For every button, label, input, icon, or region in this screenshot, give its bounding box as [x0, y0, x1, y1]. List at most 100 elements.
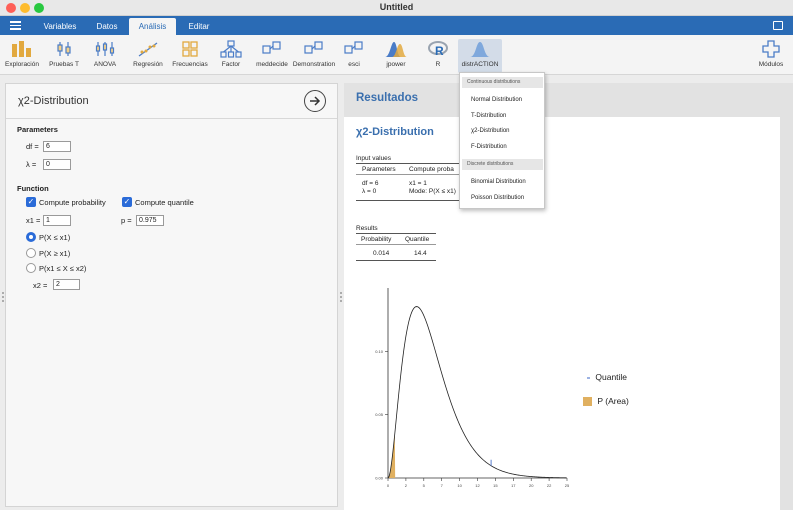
esci-button[interactable]: esci: [340, 39, 368, 73]
menu-normal-distribution[interactable]: Normal Distribution: [471, 97, 522, 103]
p-label: p =: [121, 216, 132, 225]
y-tick-label: 0.05: [375, 412, 384, 417]
x2-input[interactable]: 2: [53, 279, 80, 290]
middle-splitter-handle[interactable]: [340, 292, 342, 302]
tab-datos[interactable]: Datos: [88, 18, 126, 35]
jpower-button[interactable]: jpower: [380, 39, 412, 73]
x-tick-label: 0: [387, 483, 390, 488]
anova-button[interactable]: ANOVA: [88, 39, 122, 73]
factor-label: Factor: [221, 61, 241, 68]
compute-probability-label: Compute probability: [39, 198, 106, 207]
df-input[interactable]: 6: [43, 141, 71, 152]
compute-probability-checkbox[interactable]: ✓: [26, 197, 36, 207]
radio-lower-tail[interactable]: [26, 232, 36, 242]
compute-quantile-label: Compute quantile: [135, 198, 194, 207]
tab-analisis[interactable]: Análisis: [129, 18, 176, 35]
menu-binomial-distribution[interactable]: Binomial Distribution: [471, 179, 526, 185]
discrete-heading: Discrete distributions: [462, 159, 543, 170]
df-label: df =: [26, 142, 39, 151]
x-tick-label: 2: [405, 483, 408, 488]
regression-icon: [138, 42, 158, 57]
y-tick-label: 0.00: [375, 476, 384, 481]
t-test-icon: [57, 42, 71, 56]
quantile-legend-icon: [587, 377, 590, 379]
x-tick-label: 15: [493, 483, 498, 488]
radio-upper-tail[interactable]: [26, 248, 36, 258]
title-bar: Untitled: [0, 0, 793, 16]
hamburger-menu-icon[interactable]: [10, 21, 21, 30]
p-input[interactable]: 0.975: [136, 215, 164, 226]
meddecide-icon: [262, 41, 281, 54]
x-tick-label: 5: [423, 483, 426, 488]
factor-button[interactable]: Factor: [215, 39, 247, 73]
col-quantile: Quantile: [405, 236, 430, 243]
results-header: Resultados: [356, 92, 418, 104]
demonstration-button[interactable]: Demonstration: [292, 39, 336, 73]
anova-icon: [95, 42, 115, 56]
exploracion-button[interactable]: Exploración: [2, 39, 42, 73]
left-splitter-handle[interactable]: [2, 292, 4, 302]
x1-label: x1 =: [26, 216, 41, 225]
go-to-results-button[interactable]: [304, 90, 326, 112]
r-button[interactable]: R R: [424, 39, 452, 73]
distraction-button[interactable]: distrACTION: [458, 39, 502, 73]
esci-icon: [344, 41, 363, 54]
x-tick-label: 20: [529, 483, 534, 488]
parameters-heading: Parameters: [17, 125, 58, 134]
legend-quantile-label: Quantile: [595, 372, 628, 382]
window-title: Untitled: [379, 2, 414, 12]
jpower-label: jpower: [386, 61, 406, 68]
legend-area: P (Area): [583, 396, 629, 407]
tab-variables[interactable]: Variables: [38, 18, 82, 35]
x1-input[interactable]: 1: [43, 215, 71, 226]
plus-modules-icon: [762, 40, 780, 58]
tab-bar: Variables Datos Análisis Editar: [0, 16, 793, 35]
tab-editar[interactable]: Editar: [180, 18, 218, 35]
x-tick-label: 17: [511, 483, 516, 488]
anova-label: ANOVA: [93, 61, 117, 68]
r-label: R: [435, 61, 441, 68]
factor-icon: [220, 40, 242, 58]
results-label: Results: [356, 225, 378, 232]
panel-title: χ2-Distribution: [18, 95, 89, 107]
col-probability: Probability: [361, 236, 392, 243]
compute-quantile-checkbox[interactable]: ✓: [122, 197, 132, 207]
exploracion-label: Exploración: [5, 61, 39, 68]
frequencies-icon: [182, 41, 198, 57]
lambda-input[interactable]: 0: [43, 159, 71, 170]
regresion-button[interactable]: Regresión: [128, 39, 168, 73]
menu-chi2-distribution[interactable]: χ2-Distribution: [471, 128, 510, 134]
analysis-ribbon: Exploración Pruebas T ANOVA Regresión Fr…: [0, 35, 793, 75]
quantile-value: 14.4: [414, 250, 427, 257]
table-top-rule: [356, 163, 466, 164]
modulos-label: Módulos: [758, 61, 784, 68]
window-mode-icon[interactable]: [773, 21, 783, 30]
meddecide-button[interactable]: meddecide: [253, 39, 291, 73]
x-tick-label: 22: [547, 483, 552, 488]
frecuencias-button[interactable]: Frecuencias: [169, 39, 211, 73]
menu-t-distribution[interactable]: T-Distribution: [471, 113, 506, 119]
results-header-rule: [356, 244, 436, 245]
distraction-dropdown-menu: Continuous distributions Normal Distribu…: [459, 72, 545, 209]
pruebas-t-button[interactable]: Pruebas T: [45, 39, 83, 73]
df-line: df = 6: [362, 180, 379, 187]
results-title: χ2-Distribution: [356, 126, 434, 138]
density-curve: [387, 306, 567, 479]
col-compute: Compute proba: [409, 166, 454, 173]
x2-label: x2 =: [33, 281, 48, 290]
probability-value: 0.014: [373, 250, 390, 257]
radio-upper-tail-label: P(X ≥ x1): [39, 249, 71, 258]
menu-poisson-distribution[interactable]: Poisson Distribution: [471, 195, 524, 201]
radio-interval[interactable]: [26, 263, 36, 273]
demonstration-icon: [304, 41, 323, 54]
results-bottom-rule: [356, 260, 436, 261]
x1-line: x1 = 1: [409, 180, 427, 187]
menu-f-distribution[interactable]: F-Distribution: [471, 144, 507, 150]
results-top-rule: [356, 233, 436, 234]
legend-area-label: P (Area): [597, 396, 629, 406]
table-header-rule: [356, 174, 466, 175]
arrow-right-icon: [310, 96, 321, 106]
x-tick-label: 7: [441, 483, 444, 488]
modulos-button[interactable]: Módulos: [752, 39, 790, 73]
chi-square-density-plot: 0.000.050.100 2 5 7 10 12 15 17 20 22 25: [375, 288, 570, 488]
